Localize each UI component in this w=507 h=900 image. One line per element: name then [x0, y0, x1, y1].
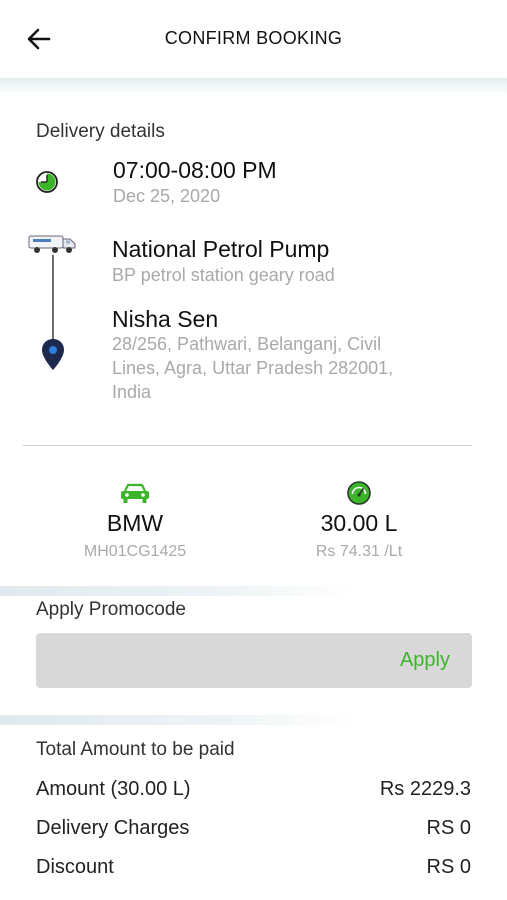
page-title: CONFIRM BOOKING	[164, 28, 343, 48]
clock-icon	[35, 170, 59, 199]
app-header: CONFIRM BOOKING	[0, 0, 507, 78]
location-pin-icon	[41, 338, 65, 376]
discount-label: Discount	[36, 856, 114, 878]
fuel-quantity: 30.00 L	[320, 510, 398, 536]
car-icon	[119, 482, 151, 509]
drop-address-line-2: Lines, Agra, Uttar Pradesh 282001,	[112, 358, 394, 378]
delivery-time-slot: 07:00-08:00 PM	[113, 157, 277, 183]
promocode-label: Apply Promocode	[36, 599, 186, 620]
section-separator-band-2	[0, 715, 507, 725]
pickup-address: BP petrol station geary road	[112, 265, 335, 285]
delivery-charges-label: Delivery Charges	[36, 817, 190, 839]
vehicle-plate: MH01CG1425	[83, 543, 187, 560]
drop-address-line-3: India	[112, 382, 152, 402]
delivery-charges-value: RS 0	[426, 817, 471, 839]
promocode-input[interactable]: Apply	[36, 633, 472, 688]
fuel-rate: Rs 74.31 /Lt	[315, 543, 403, 560]
pickup-name: National Petrol Pump	[112, 236, 330, 262]
total-amount-title: Total Amount to be paid	[36, 739, 235, 760]
drop-address-line-1: 28/256, Pathwari, Belanganj, Civil	[112, 334, 382, 354]
discount-value: RS 0	[426, 856, 471, 878]
fuel-gauge-icon	[347, 481, 371, 510]
section-divider	[23, 445, 472, 446]
apply-promocode-button[interactable]: Apply	[400, 649, 450, 672]
amount-row-label: Amount (30.00 L)	[36, 778, 191, 800]
delivery-details-label: Delivery details	[36, 121, 165, 142]
section-separator-band	[0, 586, 507, 596]
delivery-date: Dec 25, 2020	[113, 186, 221, 206]
header-shadow	[0, 78, 507, 96]
route-line	[52, 255, 54, 340]
drop-name: Nisha Sen	[112, 306, 219, 332]
amount-row-value: Rs 2229.3	[379, 778, 471, 800]
vehicle-name: BMW	[106, 510, 164, 536]
